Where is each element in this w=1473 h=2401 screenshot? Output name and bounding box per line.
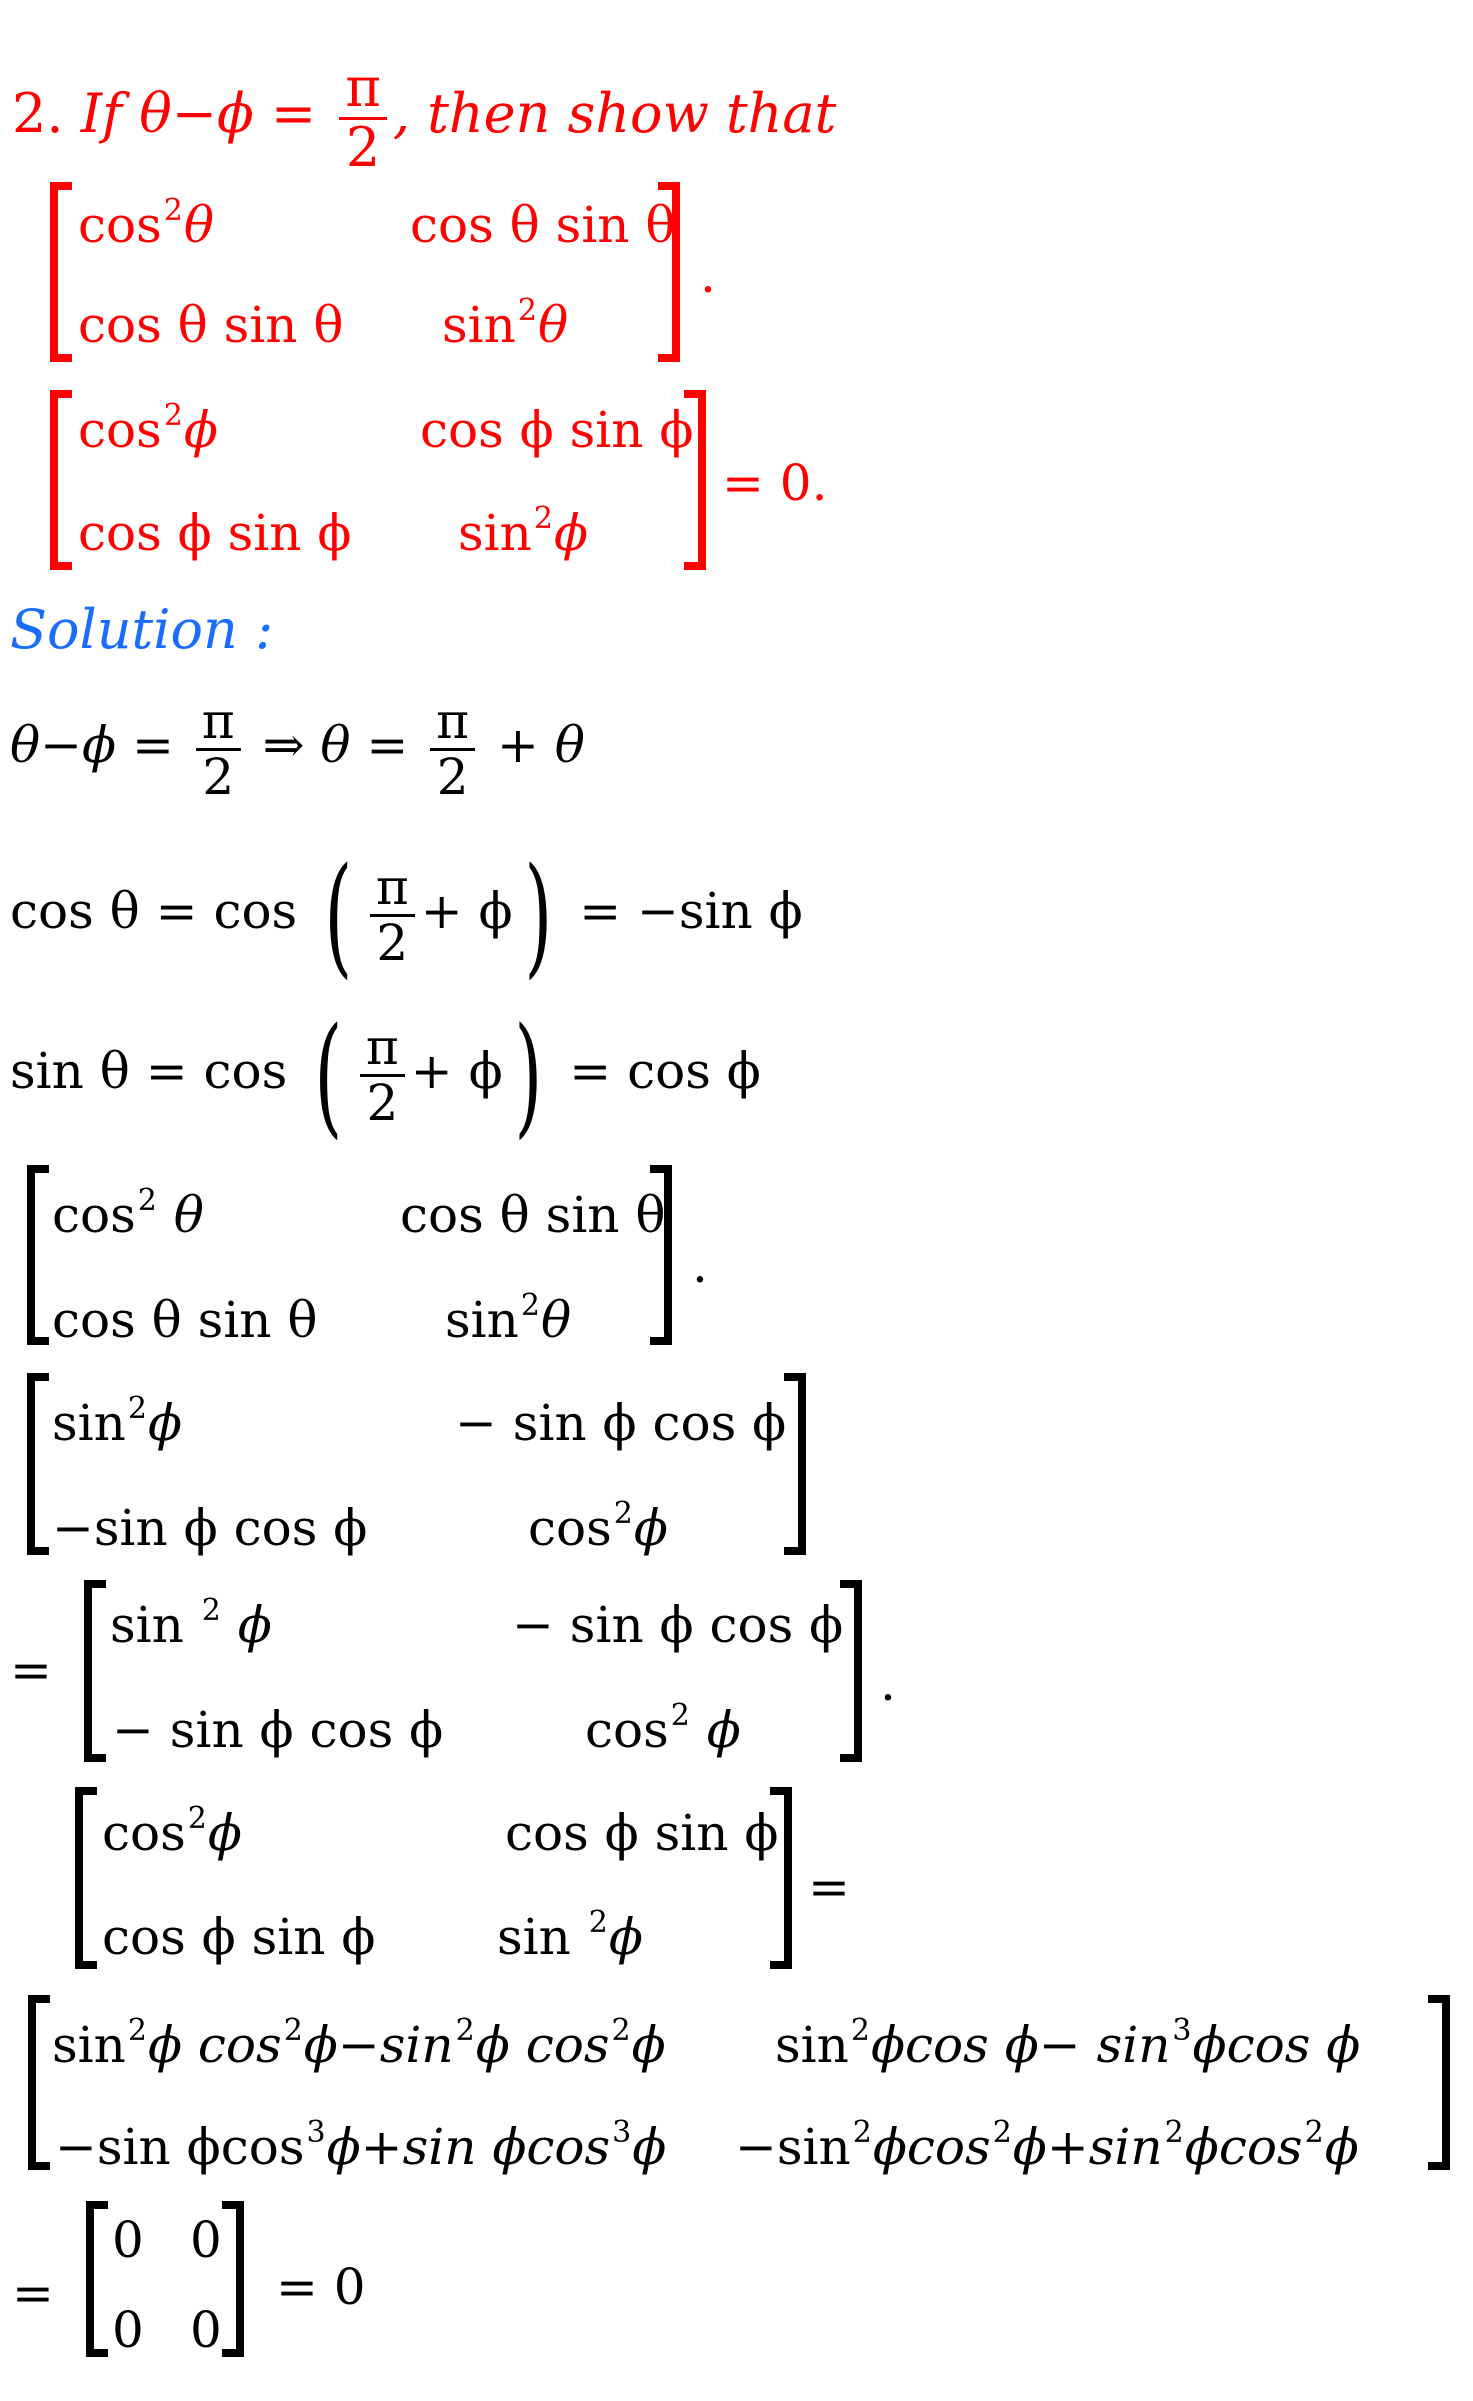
cell-r2c2: −sin2ϕcos2ϕ+sin2ϕcos2ϕ	[735, 2115, 1359, 2176]
cell-r2c1: cos ϕ sin ϕ	[102, 1908, 376, 1966]
left-bracket	[84, 1580, 106, 1762]
cell-r2c2: sin2θ	[445, 1288, 572, 1349]
left-bracket	[50, 390, 72, 570]
cell-r1c1: sin2ϕ cos2ϕ−sin2ϕ cos2ϕ	[52, 2013, 666, 2074]
cell-r1c2: cos θ sin θ	[410, 196, 676, 254]
matrix-dot: .	[692, 1236, 708, 1294]
problem-number: 2.	[12, 82, 64, 146]
left-bracket	[86, 2201, 108, 2357]
right-bracket	[222, 2201, 244, 2357]
cell-r1c1: cos2ϕ	[102, 1801, 242, 1862]
problem-if: If	[80, 82, 123, 146]
cell-r2c2: cos2 ϕ	[585, 1698, 741, 1759]
problem-statement: 2. If θ−ϕ = π 2 , then show that	[12, 59, 837, 176]
cell-r2c2: sin2θ	[442, 293, 569, 354]
equals-sign: =	[12, 2264, 54, 2322]
cell-r2c1: −sin ϕ cos ϕ	[52, 1499, 368, 1557]
left-bracket	[27, 1373, 49, 1555]
cell-r2c1: −sin ϕcos3ϕ+sin ϕcos3ϕ	[55, 2115, 667, 2176]
matrix-dot: .	[700, 246, 716, 304]
cell-r2c2: 0	[190, 2301, 222, 2359]
right-bracket	[784, 1373, 806, 1555]
cell-r1c2: cos ϕ sin ϕ	[420, 401, 694, 459]
cell-r1c2: − sin ϕ cos ϕ	[455, 1394, 787, 1452]
cell-r2c1: 0	[112, 2301, 144, 2359]
cell-r1c2: 0	[190, 2211, 222, 2269]
solution-line-1: θ−ϕ = π2 ⇒ θ = π2 + θ	[10, 692, 585, 806]
right-bracket	[770, 1787, 792, 1969]
cell-r1c2: cos ϕ sin ϕ	[505, 1804, 779, 1862]
right-bracket	[650, 1165, 672, 1345]
cell-r1c1: 0	[112, 2211, 144, 2269]
cell-r2c2: cos2ϕ	[528, 1496, 668, 1557]
cell-r1c1: sin2ϕ	[52, 1391, 183, 1452]
left-bracket	[28, 1995, 50, 2170]
left-bracket	[27, 1165, 49, 1345]
cell-r2c1: cos θ sin θ	[78, 296, 344, 354]
cell-r1c1: cos2ϕ	[78, 398, 218, 459]
equals-sign: =	[808, 1858, 850, 1916]
right-bracket	[684, 390, 706, 570]
cell-r1c2: sin2ϕcos ϕ− sin3ϕcos ϕ	[775, 2013, 1361, 2074]
cell-r1c1: cos2 θ	[52, 1183, 204, 1244]
solution-line-2: cos θ = cos (π 2 + ϕ) = −sin ϕ	[10, 839, 803, 991]
left-bracket	[50, 182, 72, 362]
solution-line-3: sin θ = cos (π 2 + ϕ) = cos ϕ	[10, 999, 761, 1151]
fraction-pi-over-2: π 2	[339, 59, 387, 176]
equals-sign: =	[10, 1641, 52, 1699]
left-bracket	[75, 1787, 97, 1969]
solution-heading: Solution :	[10, 598, 274, 661]
equals-zero: = 0	[276, 2258, 366, 2316]
cell-r1c1: sin 2 ϕ	[110, 1593, 272, 1654]
problem-lhs: θ−ϕ =	[139, 82, 317, 146]
cell-r1c2: cos θ sin θ	[400, 1186, 666, 1244]
cell-r2c2: sin 2ϕ	[497, 1905, 643, 1966]
cell-r2c1: − sin ϕ cos ϕ	[112, 1701, 444, 1759]
cell-r2c1: cos ϕ sin ϕ	[78, 504, 352, 562]
problem-tail: , then show that	[392, 82, 837, 146]
right-bracket	[1428, 1995, 1450, 2170]
cell-r1c1: cos2θ	[78, 193, 214, 254]
equals-zero: = 0.	[722, 454, 828, 512]
cell-r1c2: − sin ϕ cos ϕ	[512, 1596, 844, 1654]
right-bracket	[658, 182, 680, 362]
cell-r2c2: sin2ϕ	[458, 501, 589, 562]
right-bracket	[840, 1580, 862, 1762]
matrix-dot: .	[880, 1654, 896, 1712]
cell-r2c1: cos θ sin θ	[52, 1291, 318, 1349]
